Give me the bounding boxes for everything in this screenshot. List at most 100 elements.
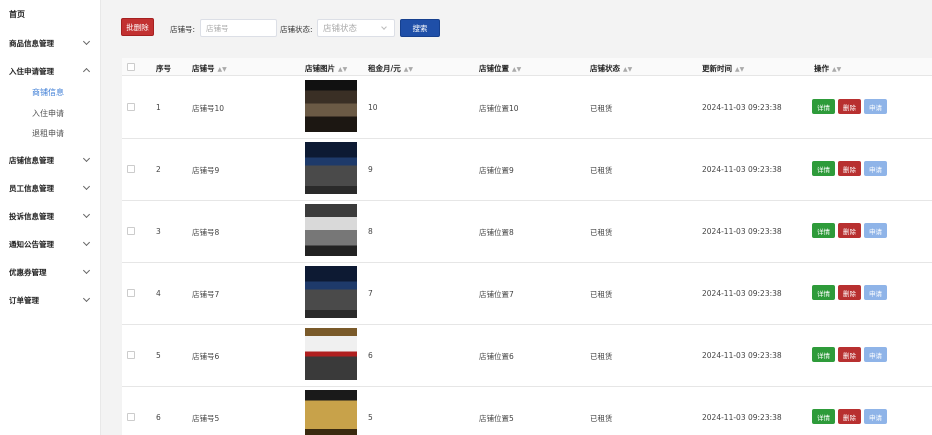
menu-group-goods[interactable]: 商品信息管理 bbox=[9, 37, 93, 49]
shop-photo[interactable] bbox=[305, 80, 357, 132]
detail-button[interactable]: 详情 bbox=[812, 285, 835, 300]
cell-location: 店铺位置10 bbox=[479, 104, 519, 113]
cell-update-time: 2024-11-03 09:23:38 bbox=[702, 165, 782, 174]
batch-delete-button[interactable]: 批删除 bbox=[121, 18, 154, 36]
sort-icon: ▲▼ bbox=[735, 66, 745, 73]
apply-button[interactable]: 申请 bbox=[864, 409, 887, 424]
cell-location: 店铺位置9 bbox=[479, 166, 514, 175]
cell-rent: 5 bbox=[368, 413, 373, 422]
chevron-down-icon bbox=[82, 294, 91, 303]
menu-group-notice[interactable]: 通知公告管理 bbox=[9, 238, 93, 250]
menu-group-label: 员工信息管理 bbox=[9, 184, 54, 193]
sort-icon: ▲▼ bbox=[512, 66, 522, 73]
chevron-down-icon bbox=[82, 37, 91, 46]
col-update-time[interactable]: 更新时间 ▲▼ bbox=[702, 63, 744, 74]
cell-update-time: 2024-11-03 09:23:38 bbox=[702, 289, 782, 298]
apply-button[interactable]: 申请 bbox=[864, 99, 887, 114]
sort-icon: ▲▼ bbox=[623, 66, 633, 73]
shop-no-label: 店铺号: bbox=[170, 25, 196, 34]
menu-group-label: 店铺信息管理 bbox=[9, 156, 54, 165]
menu-group-order[interactable]: 订单管理 bbox=[9, 294, 93, 306]
main-content: 批删除 店铺号: 店铺号 店铺状态: 店铺状态 搜索 序号 店铺号 ▲▼ 店铺图片… bbox=[101, 0, 932, 435]
menu-group-complaint[interactable]: 投诉信息管理 bbox=[9, 210, 93, 222]
shop-photo[interactable] bbox=[305, 142, 357, 194]
sub-item-checkin-apply[interactable]: 入住申请 bbox=[32, 108, 64, 119]
detail-button[interactable]: 详情 bbox=[812, 161, 835, 176]
menu-group-label: 投诉信息管理 bbox=[9, 212, 54, 221]
cell-rent: 7 bbox=[368, 289, 373, 298]
detail-button[interactable]: 详情 bbox=[812, 347, 835, 362]
sub-item-refund-apply[interactable]: 退租申请 bbox=[32, 128, 64, 139]
select-all-checkbox[interactable] bbox=[127, 63, 135, 71]
shop-photo[interactable] bbox=[305, 204, 357, 256]
row-checkbox[interactable] bbox=[127, 103, 135, 111]
table-row: 4 店铺号7 7 店铺位置7 已租赁 2024-11-03 09:23:38 详情 删除 申请 bbox=[122, 263, 932, 325]
cell-index: 1 bbox=[156, 103, 161, 112]
cell-index: 5 bbox=[156, 351, 161, 360]
delete-button[interactable]: 删除 bbox=[838, 285, 861, 300]
row-checkbox[interactable] bbox=[127, 165, 135, 173]
apply-button[interactable]: 申请 bbox=[864, 223, 887, 238]
status-select[interactable]: 店铺状态 bbox=[317, 19, 395, 37]
cell-index: 2 bbox=[156, 165, 161, 174]
row-checkbox[interactable] bbox=[127, 227, 135, 235]
menu-group-checkin[interactable]: 入住申请管理 bbox=[9, 66, 93, 77]
menu-home[interactable]: 首页 bbox=[9, 9, 25, 20]
sidebar: 首页 商品信息管理 入住申请管理 商铺信息 入住申请 退租申请 店铺信息管理 员… bbox=[0, 0, 101, 435]
apply-button[interactable]: 申请 bbox=[864, 161, 887, 176]
table-row: 5 店铺号6 6 店铺位置6 已租赁 2024-11-03 09:23:38 详情 删除 申请 bbox=[122, 325, 932, 387]
col-location[interactable]: 店铺位置 ▲▼ bbox=[479, 63, 521, 74]
table-row: 2 店铺号9 9 店铺位置9 已租赁 2024-11-03 09:23:38 详情 删除 申请 bbox=[122, 139, 932, 201]
delete-button[interactable]: 删除 bbox=[838, 223, 861, 238]
row-checkbox[interactable] bbox=[127, 289, 135, 297]
cell-rent: 9 bbox=[368, 165, 373, 174]
sort-icon: ▲▼ bbox=[338, 66, 348, 73]
delete-button[interactable]: 删除 bbox=[838, 99, 861, 114]
detail-button[interactable]: 详情 bbox=[812, 223, 835, 238]
apply-button[interactable]: 申请 bbox=[864, 285, 887, 300]
apply-button[interactable]: 申请 bbox=[864, 347, 887, 362]
chevron-up-icon bbox=[82, 67, 91, 76]
table-row: 3 店铺号8 8 店铺位置8 已租赁 2024-11-03 09:23:38 详情 删除 申请 bbox=[122, 201, 932, 263]
cell-update-time: 2024-11-03 09:23:38 bbox=[702, 413, 782, 422]
menu-group-label: 订单管理 bbox=[9, 296, 39, 305]
cell-index: 4 bbox=[156, 289, 161, 298]
col-shop-image[interactable]: 店铺图片 ▲▼ bbox=[305, 63, 347, 74]
cell-shop-no: 店铺号6 bbox=[192, 352, 220, 361]
chevron-down-icon bbox=[82, 210, 91, 219]
shop-photo[interactable] bbox=[305, 390, 357, 435]
menu-group-coupon[interactable]: 优惠券管理 bbox=[9, 266, 93, 278]
detail-button[interactable]: 详情 bbox=[812, 99, 835, 114]
sub-item-shop-info[interactable]: 商铺信息 bbox=[32, 87, 64, 98]
chevron-down-icon bbox=[82, 238, 91, 247]
delete-button[interactable]: 删除 bbox=[838, 409, 861, 424]
delete-button[interactable]: 删除 bbox=[838, 161, 861, 176]
menu-group-label: 通知公告管理 bbox=[9, 240, 54, 249]
col-actions: 操作 ▲▼ bbox=[814, 64, 842, 73]
shop-photo[interactable] bbox=[305, 266, 357, 318]
col-status[interactable]: 店铺状态 ▲▼ bbox=[590, 63, 632, 74]
cell-update-time: 2024-11-03 09:23:38 bbox=[702, 103, 782, 112]
search-button[interactable]: 搜索 bbox=[400, 19, 440, 37]
detail-button[interactable]: 详情 bbox=[812, 409, 835, 424]
cell-update-time: 2024-11-03 09:23:38 bbox=[702, 227, 782, 236]
shop-table: 序号 店铺号 ▲▼ 店铺图片 ▲▼ 租金月/元 ▲▼ 店铺位置 ▲▼ 店铺状态 ▲▼ 更新… bbox=[122, 58, 932, 435]
chevron-down-icon bbox=[82, 266, 91, 275]
status-select-placeholder: 店铺状态 bbox=[323, 24, 358, 34]
sort-icon: ▲▼ bbox=[403, 66, 413, 73]
shop-photo[interactable] bbox=[305, 328, 357, 380]
chevron-down-icon bbox=[381, 24, 387, 30]
table-row: 1 店铺号10 10 店铺位置10 已租赁 2024-11-03 09:23:38 详情 删除… bbox=[122, 77, 932, 139]
cell-rent: 10 bbox=[368, 103, 378, 112]
col-rent[interactable]: 租金月/元 ▲▼ bbox=[368, 63, 413, 74]
menu-group-shop[interactable]: 店铺信息管理 bbox=[9, 154, 93, 166]
cell-update-time: 2024-11-03 09:23:38 bbox=[702, 351, 782, 360]
row-checkbox[interactable] bbox=[127, 351, 135, 359]
col-shop-no[interactable]: 店铺号 ▲▼ bbox=[192, 63, 227, 74]
delete-button[interactable]: 删除 bbox=[838, 347, 861, 362]
cell-location: 店铺位置5 bbox=[479, 414, 514, 423]
shop-no-input[interactable]: 店铺号 bbox=[200, 19, 277, 37]
menu-group-label: 优惠券管理 bbox=[9, 268, 47, 277]
menu-group-staff[interactable]: 员工信息管理 bbox=[9, 182, 93, 194]
row-checkbox[interactable] bbox=[127, 413, 135, 421]
